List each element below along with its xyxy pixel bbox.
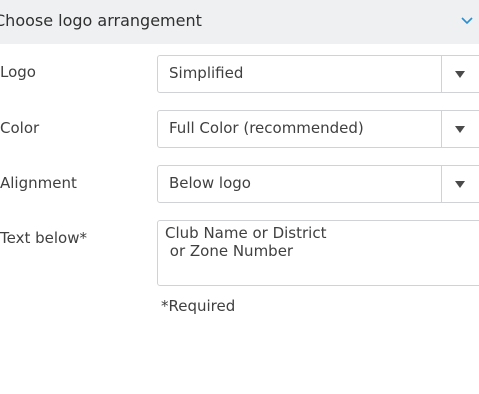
alignment-label: Alignment	[0, 174, 77, 192]
color-select-value: Full Color (recommended)	[169, 119, 364, 137]
section-header[interactable]: Choose logo arrangement	[0, 0, 479, 44]
logo-arrangement-panel: Choose logo arrangement Logo Simplified …	[0, 0, 479, 394]
chevron-down-icon[interactable]	[459, 13, 475, 29]
color-label: Color	[0, 119, 40, 137]
dropdown-arrow-icon[interactable]	[455, 181, 465, 188]
select-divider	[441, 166, 442, 202]
dropdown-arrow-icon[interactable]	[455, 71, 465, 78]
color-select[interactable]: Full Color (recommended)	[157, 110, 479, 148]
required-note: *Required	[161, 297, 236, 315]
logo-select-value: Simplified	[169, 64, 244, 82]
text-below-label: Text below*	[0, 229, 87, 247]
logo-select[interactable]: Simplified	[157, 55, 479, 93]
dropdown-arrow-icon[interactable]	[455, 126, 465, 133]
text-below-value: Club Name or District or Zone Number	[165, 224, 327, 260]
select-divider	[441, 111, 442, 147]
alignment-select[interactable]: Below logo	[157, 165, 479, 203]
section-title: Choose logo arrangement	[0, 11, 202, 30]
text-below-textarea[interactable]: Club Name or District or Zone Number	[157, 220, 479, 286]
alignment-select-value: Below logo	[169, 174, 251, 192]
logo-label: Logo	[0, 63, 36, 81]
select-divider	[441, 56, 442, 92]
